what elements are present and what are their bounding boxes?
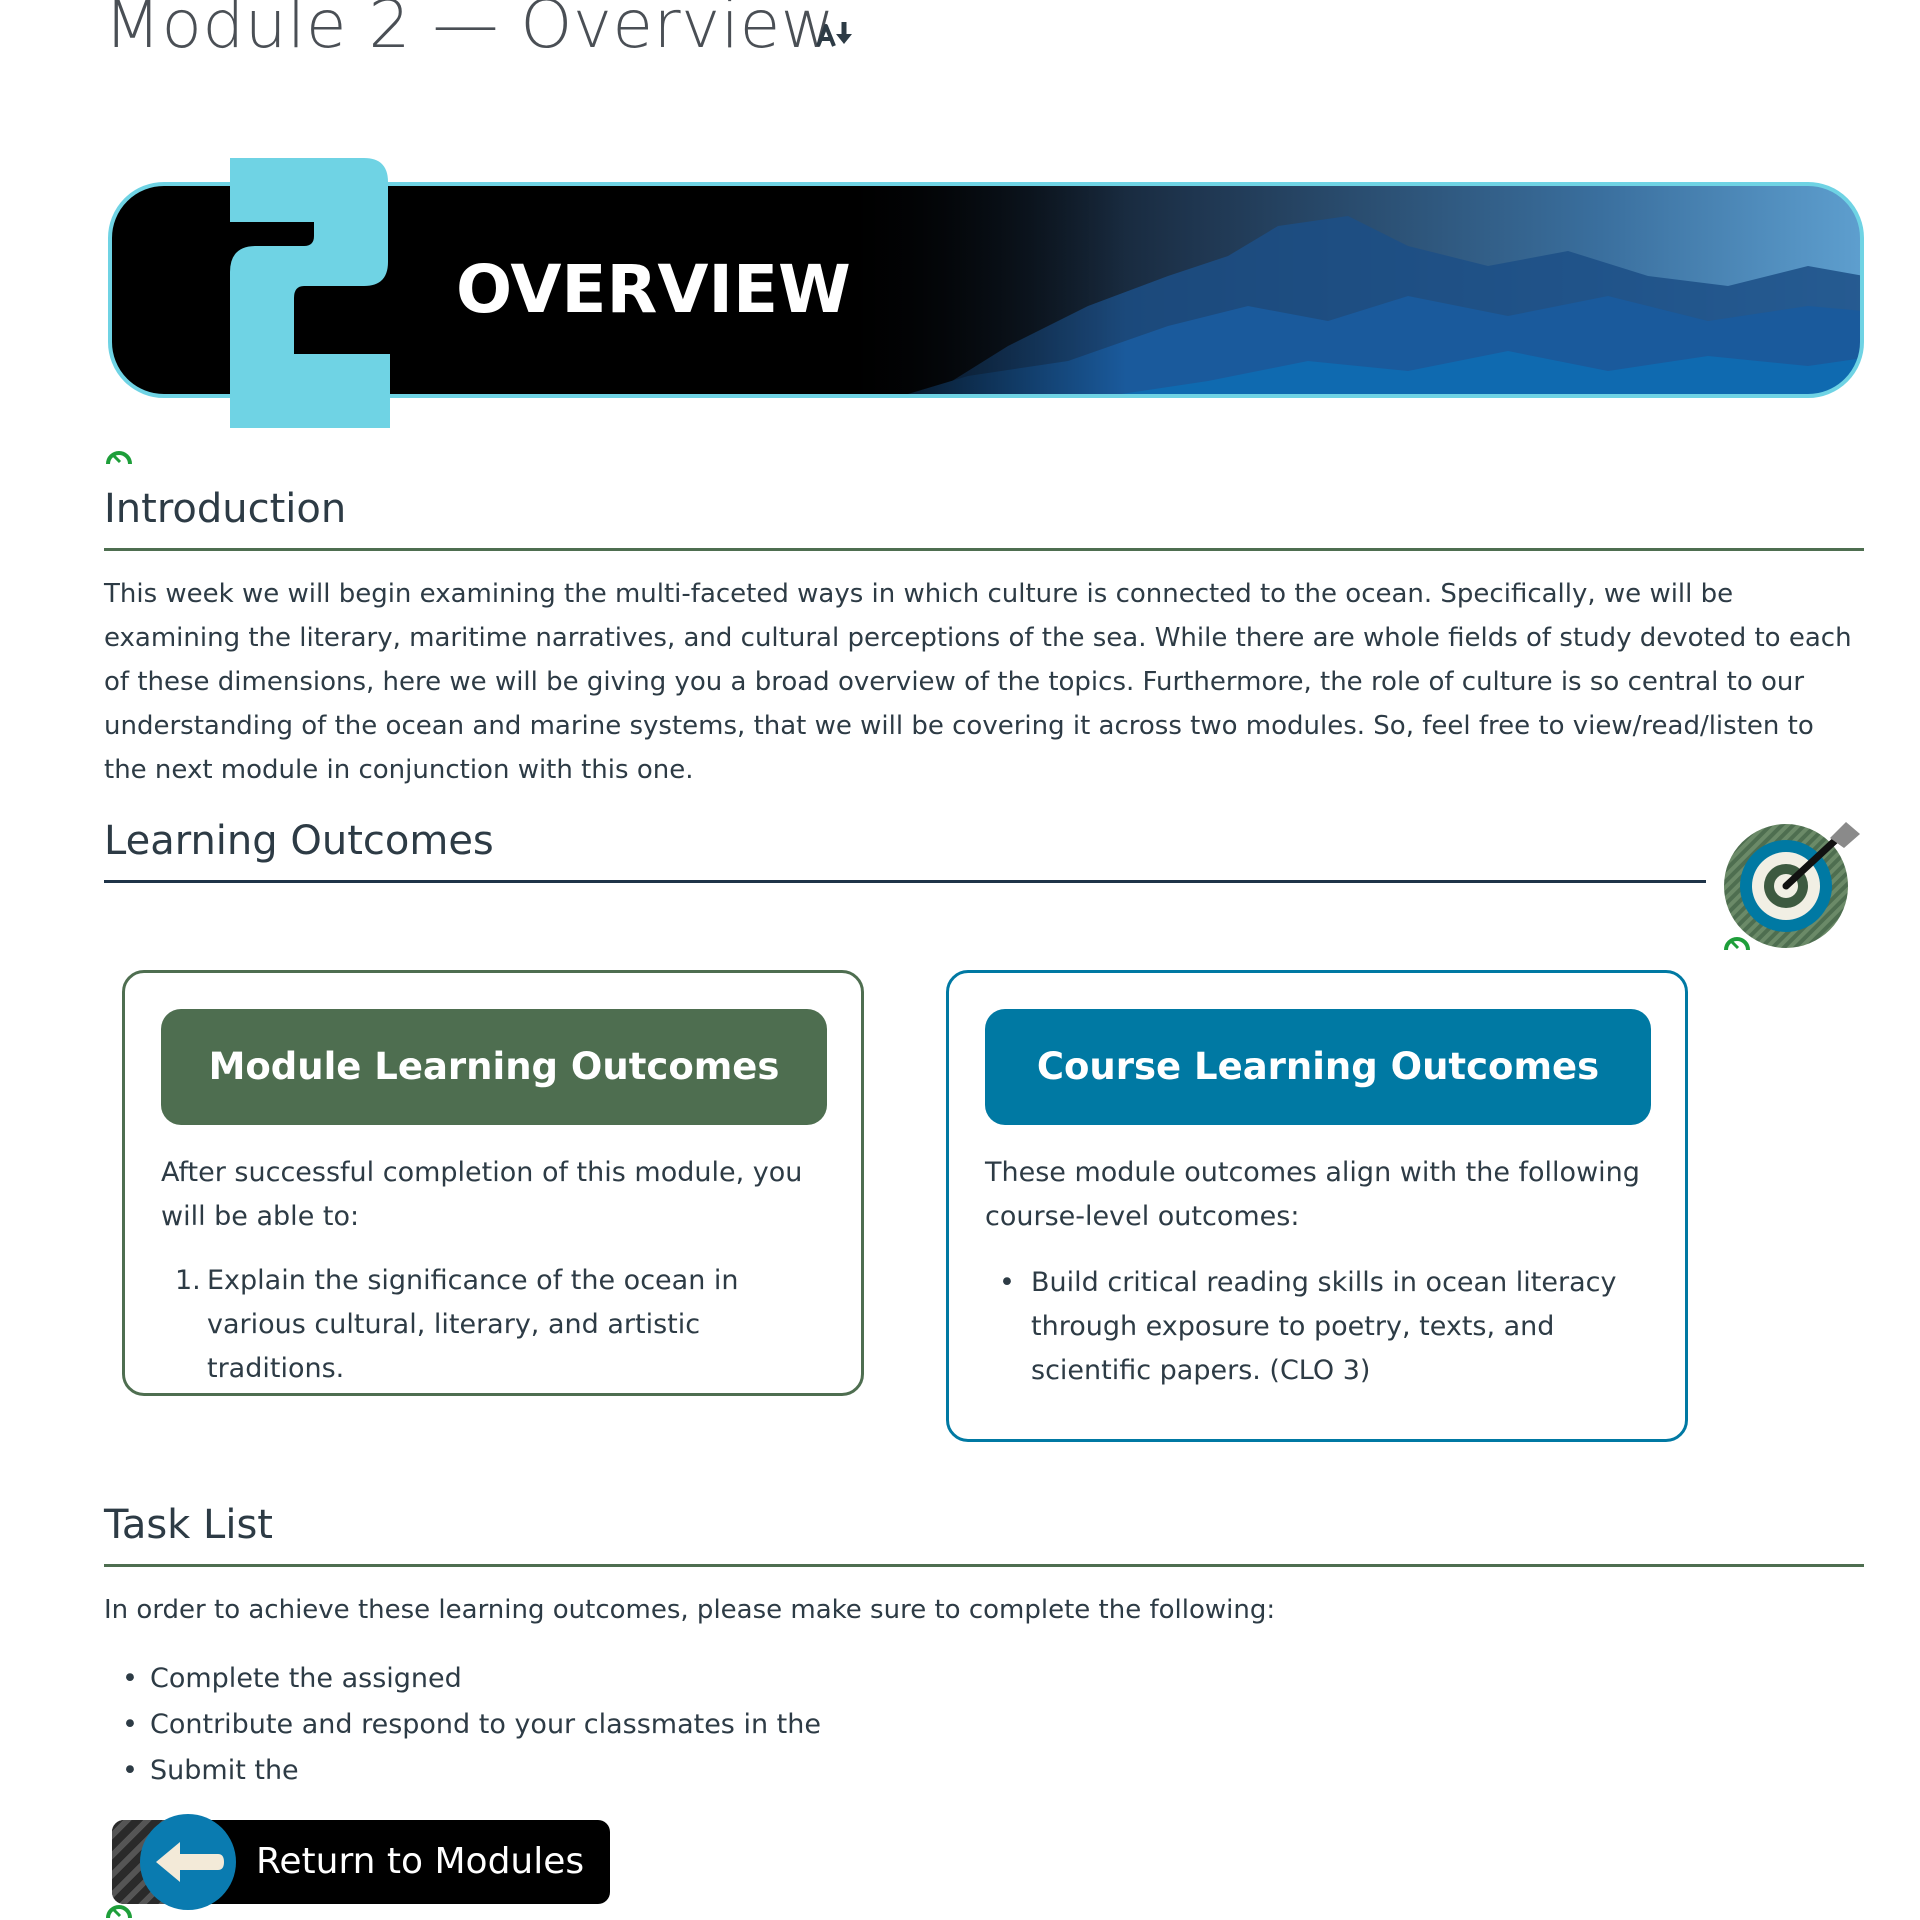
sort-icon[interactable]	[814, 20, 856, 48]
task-item-text: Submit the	[150, 1755, 299, 1786]
task-item-text: Complete the assigned	[150, 1663, 462, 1694]
return-to-modules-button[interactable]: Return to Modules	[112, 1814, 610, 1910]
module-outcomes-title: Module Learning Outcomes	[161, 1009, 827, 1125]
banner-label: OVERVIEW	[456, 251, 851, 328]
list-item: 1. Explain the significance of the ocean…	[161, 1259, 827, 1391]
introduction-heading: Introduction	[104, 486, 347, 532]
course-outcomes-list: • Build critical reading skills in ocean…	[985, 1261, 1651, 1393]
task-list: • Complete the assigned • Contribute and…	[104, 1656, 821, 1794]
reload-icon[interactable]	[104, 1898, 134, 1920]
list-marker: •	[999, 1267, 1015, 1298]
list-item: • Submit the	[104, 1748, 821, 1794]
task-list-heading: Task List	[104, 1502, 273, 1548]
course-outcomes-title: Course Learning Outcomes	[985, 1009, 1651, 1125]
list-item: • Contribute and respond to your classma…	[104, 1702, 821, 1748]
list-item-text: Build critical reading skills in ocean l…	[1031, 1267, 1617, 1386]
list-marker: •	[122, 1663, 138, 1694]
arrow-left-icon	[140, 1814, 236, 1910]
module-banner: OVERVIEW	[108, 158, 1864, 428]
reload-icon[interactable]	[104, 444, 134, 466]
learning-outcomes-divider	[104, 880, 1706, 883]
task-list-divider	[104, 1564, 1864, 1567]
list-item: • Complete the assigned	[104, 1656, 821, 1702]
page: Module 2 — Overview OVERVIEW Introductio…	[0, 0, 1920, 1920]
module-outcomes-card: Module Learning Outcomes After successfu…	[122, 970, 864, 1396]
list-marker: •	[122, 1755, 138, 1786]
list-marker: 1.	[175, 1265, 201, 1296]
list-item: • Build critical reading skills in ocean…	[985, 1261, 1651, 1393]
list-marker: •	[122, 1709, 138, 1740]
task-item-text: Contribute and respond to your classmate…	[150, 1709, 821, 1740]
module-outcomes-intro: After successful completion of this modu…	[161, 1157, 803, 1232]
introduction-divider	[104, 548, 1864, 551]
course-outcomes-intro: These module outcomes align with the fol…	[985, 1157, 1640, 1232]
page-title: Module 2 — Overview	[104, 0, 836, 63]
course-outcomes-card: Course Learning Outcomes These module ou…	[946, 970, 1688, 1442]
module-outcomes-list: 1. Explain the significance of the ocean…	[161, 1259, 827, 1391]
return-to-modules-label: Return to Modules	[256, 1841, 585, 1882]
list-item-text: Explain the significance of the ocean in…	[207, 1265, 739, 1384]
introduction-text: This week we will begin examining the mu…	[104, 579, 1852, 785]
learning-outcomes-heading: Learning Outcomes	[104, 818, 494, 864]
reload-icon[interactable]	[1722, 930, 1752, 952]
task-list-intro: In order to achieve these learning outco…	[104, 1595, 1276, 1625]
